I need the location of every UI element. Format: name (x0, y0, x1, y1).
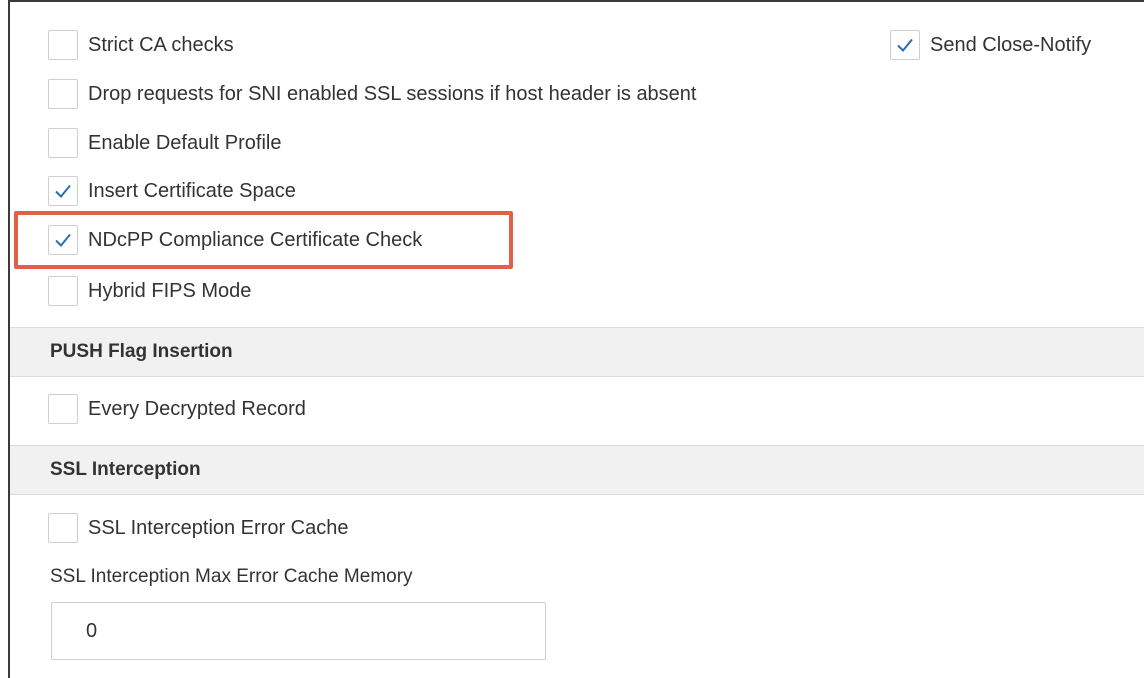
every-decrypted-label: Every Decrypted Record (88, 397, 306, 420)
default-profile-checkbox[interactable] (48, 128, 78, 158)
max-error-cache-input[interactable] (51, 602, 546, 660)
default-profile-label: Enable Default Profile (88, 131, 282, 154)
every-decrypted-option[interactable]: Every Decrypted Record (48, 394, 306, 424)
checkmark-icon (897, 38, 913, 52)
ssl-profile-panel: Strict CA checks Send Close-Notify Drop … (8, 0, 1144, 678)
insert-cert-space-checkbox[interactable] (48, 176, 78, 206)
send-close-notify-checkbox[interactable] (890, 30, 920, 60)
strict-ca-checkbox[interactable] (48, 30, 78, 60)
ssl-interception-error-cache-label: SSL Interception Error Cache (88, 516, 349, 539)
drop-sni-option[interactable]: Drop requests for SNI enabled SSL sessio… (48, 79, 697, 109)
ndcpp-label: NDcPP Compliance Certificate Check (88, 228, 423, 251)
strict-ca-label: Strict CA checks (88, 33, 234, 56)
checkmark-icon (55, 233, 71, 247)
push-flag-section-header: PUSH Flag Insertion (10, 327, 1144, 377)
drop-sni-checkbox[interactable] (48, 79, 78, 109)
hybrid-fips-option[interactable]: Hybrid FIPS Mode (48, 276, 251, 306)
checkmark-icon (55, 184, 71, 198)
ssl-interception-error-cache-checkbox[interactable] (48, 513, 78, 543)
insert-cert-space-option[interactable]: Insert Certificate Space (48, 176, 296, 206)
ndcpp-option[interactable]: NDcPP Compliance Certificate Check (48, 225, 422, 255)
hybrid-fips-checkbox[interactable] (48, 276, 78, 306)
push-flag-section-title: PUSH Flag Insertion (50, 341, 233, 362)
hybrid-fips-label: Hybrid FIPS Mode (88, 279, 252, 302)
ssl-interception-error-cache-option[interactable]: SSL Interception Error Cache (48, 513, 349, 543)
ndcpp-checkbox[interactable] (48, 225, 78, 255)
max-error-cache-label: SSL Interception Max Error Cache Memory (50, 566, 413, 587)
ssl-interception-section-title: SSL Interception (50, 459, 201, 480)
drop-sni-label: Drop requests for SNI enabled SSL sessio… (88, 82, 697, 105)
send-close-notify-option[interactable]: Send Close-Notify (890, 30, 1091, 60)
ssl-interception-section-header: SSL Interception (10, 445, 1144, 495)
every-decrypted-checkbox[interactable] (48, 394, 78, 424)
strict-ca-option[interactable]: Strict CA checks (48, 30, 234, 60)
default-profile-option[interactable]: Enable Default Profile (48, 128, 281, 158)
insert-cert-space-label: Insert Certificate Space (88, 179, 296, 202)
send-close-notify-label: Send Close-Notify (930, 33, 1092, 56)
